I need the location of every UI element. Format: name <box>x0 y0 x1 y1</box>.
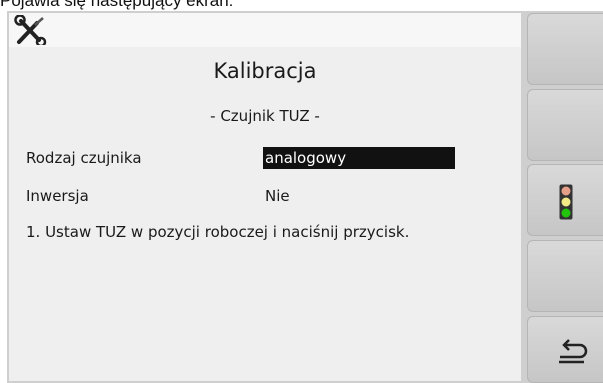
page-subtitle: - Czujnik TUZ - <box>210 107 320 125</box>
terminal-screen: Kalibracja - Czujnik TUZ - Rodzaj czujni… <box>7 11 603 383</box>
calibrate-button[interactable] <box>527 164 603 236</box>
tools-icon <box>14 15 47 45</box>
back-arrow-icon <box>559 339 588 364</box>
sensor-type-label: Rodzaj czujnika <box>26 149 142 167</box>
traffic-light-icon <box>559 184 573 220</box>
page-title: Kalibracja <box>213 59 317 83</box>
top-bar <box>9 13 521 47</box>
back-button[interactable] <box>527 316 603 383</box>
function-key-4[interactable] <box>527 240 603 312</box>
instruction-text: 1. Ustaw TUZ w pozycji roboczej i naciśn… <box>26 223 410 241</box>
function-key-1[interactable] <box>527 13 603 85</box>
function-key-2[interactable] <box>527 89 603 161</box>
caption-text: Pojawia się następujący ekran: <box>0 0 234 10</box>
function-key-sidebar <box>525 11 603 383</box>
inversion-value[interactable]: Nie <box>265 187 290 205</box>
sensor-type-value[interactable]: analogowy <box>263 147 455 169</box>
inversion-label: Inwersja <box>26 187 89 205</box>
calibration-panel: Kalibracja - Czujnik TUZ - Rodzaj czujni… <box>9 47 521 381</box>
